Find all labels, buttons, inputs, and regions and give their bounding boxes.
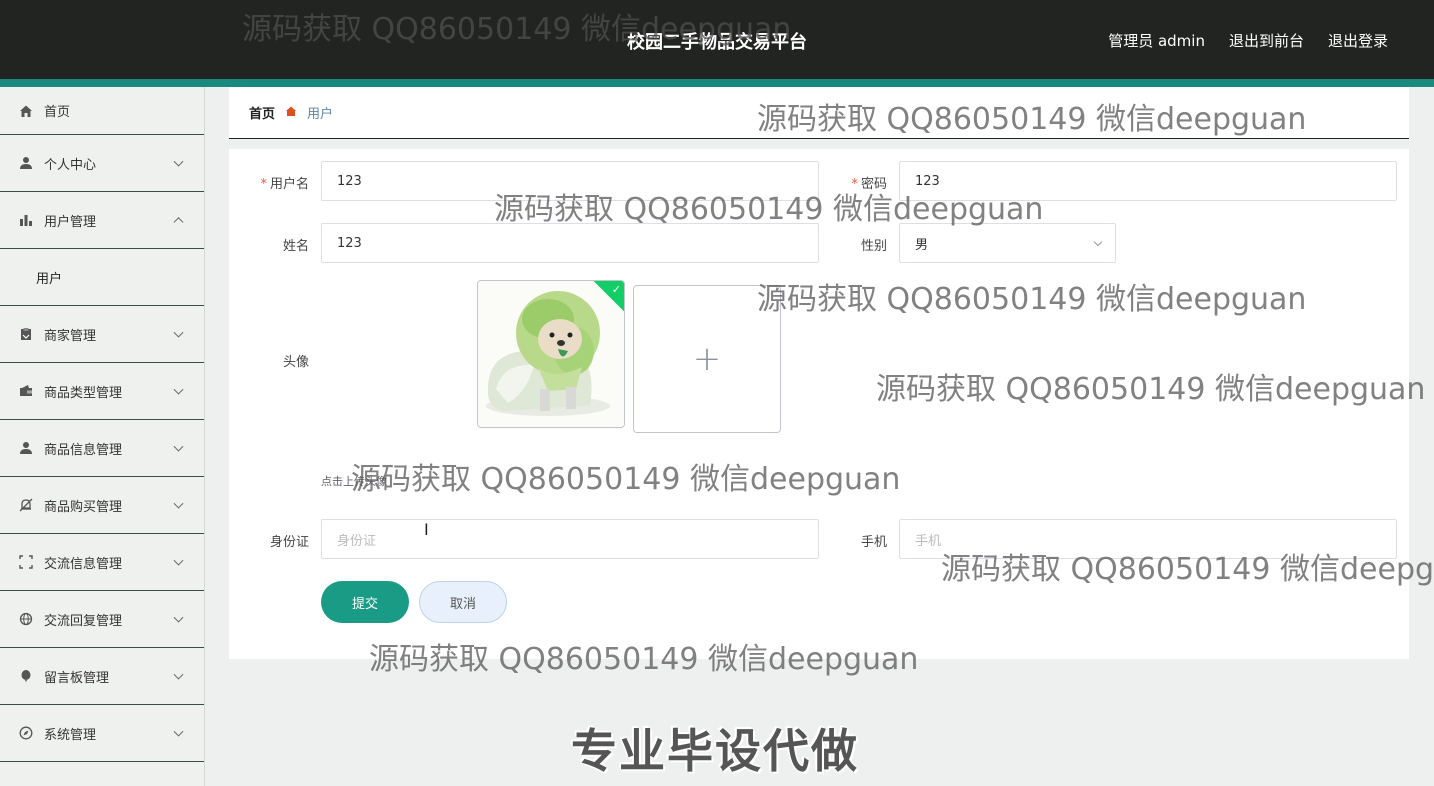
- chevron-down-icon: [173, 156, 184, 167]
- chevron-down-icon: [173, 441, 184, 452]
- watermark: 源码获取 QQ86050149 微信deepguan: [494, 192, 1044, 227]
- gender-select[interactable]: 男: [899, 223, 1116, 263]
- sidebar-item-message-board-management[interactable]: 留言板管理: [0, 648, 204, 705]
- avatar-image: [478, 281, 624, 427]
- sidebar-item-reply-management[interactable]: 交流回复管理: [0, 591, 204, 648]
- globe-icon: [18, 611, 34, 627]
- gender-label: 性别: [860, 239, 887, 254]
- home-icon: [18, 103, 34, 119]
- promo-banner: 专业毕设代做: [571, 724, 859, 778]
- username-label: * 用户名: [260, 177, 309, 192]
- chevron-up-icon: [173, 217, 184, 228]
- name-label: 姓名: [282, 239, 309, 254]
- exit-to-front-link[interactable]: 退出到前台: [1229, 30, 1304, 51]
- text-cursor-icon: I: [424, 520, 429, 539]
- sidebar-item-label: 商品类型管理: [44, 385, 123, 401]
- watermark: 源码获取 QQ86050149 微信deepguan: [351, 462, 901, 497]
- compass-icon: [18, 725, 34, 741]
- watermark: 源码获取 QQ86050149 微信deepguan: [757, 102, 1307, 137]
- plus-icon: +: [692, 339, 722, 379]
- chevron-down-icon: [1093, 237, 1103, 247]
- clipboard-icon: [18, 326, 34, 342]
- watermark: 源码获取 QQ86050149 微信deepguan: [369, 642, 919, 677]
- check-icon: ✓: [611, 283, 621, 296]
- chevron-down-icon: [173, 498, 184, 509]
- breadcrumb-home[interactable]: 首页: [249, 103, 275, 122]
- chevron-down-icon: [173, 612, 184, 623]
- sidebar-item-user-management[interactable]: 用户管理: [0, 192, 204, 249]
- bar-chart-icon: [18, 212, 34, 228]
- balloon-icon: [18, 668, 34, 684]
- sidebar-item-label: 系统管理: [44, 727, 97, 743]
- chevron-down-icon: [173, 669, 184, 680]
- sidebar-item-label: 首页: [44, 105, 71, 120]
- sidebar-item-label: 商品信息管理: [44, 442, 123, 458]
- house-icon: [285, 105, 297, 120]
- sidebar-item-exchange-info-management[interactable]: 交流信息管理: [0, 534, 204, 591]
- user-icon: [18, 155, 34, 171]
- name-field[interactable]: 123: [321, 223, 819, 263]
- watermark: 源码获取 QQ86050149 微信deepguan: [941, 552, 1434, 587]
- sidebar-item-system-management[interactable]: 系统管理: [0, 705, 204, 762]
- sidebar-item-merchant-management[interactable]: 商家管理: [0, 306, 204, 363]
- sidebar-item-label: 交流信息管理: [44, 556, 123, 572]
- avatar-label: 头像: [282, 355, 309, 370]
- phone-label: 手机: [860, 535, 887, 550]
- header-accent-strip: [0, 79, 1434, 87]
- wallet-icon: [18, 383, 34, 399]
- sidebar-item-goods-info-management[interactable]: 商品信息管理: [0, 420, 204, 477]
- cancel-button[interactable]: 取消: [419, 581, 507, 623]
- idcard-field[interactable]: 身份证: [321, 519, 819, 559]
- chevron-down-icon: [173, 726, 184, 737]
- sidebar-subitem-user[interactable]: 用户: [0, 249, 204, 306]
- sidebar-item-purchase-management[interactable]: 商品购买管理: [0, 477, 204, 534]
- sidebar-item-label: 留言板管理: [44, 670, 110, 686]
- sidebar-item-personal-center[interactable]: 个人中心: [0, 135, 204, 192]
- watermark: 源码获取 QQ86050149 微信deepguan: [876, 372, 1426, 407]
- logout-link[interactable]: 退出登录: [1328, 30, 1388, 51]
- watermark: 源码获取 QQ86050149 微信deepguan: [757, 282, 1307, 317]
- sidebar-item-label: 个人中心: [44, 157, 97, 173]
- chevron-down-icon: [173, 327, 184, 338]
- idcard-label: 身份证: [269, 535, 309, 550]
- sidebar: 首页 个人中心 用户管理 用户 商家管理 商品类型管理 商品信息管理 商品购买管…: [0, 87, 205, 786]
- header-links: 管理员 admin 退出到前台 退出登录: [1108, 30, 1388, 51]
- frame-icon: [18, 554, 34, 570]
- sidebar-item-label: 交流回复管理: [44, 613, 123, 629]
- sidebar-item-label: 商品购买管理: [44, 499, 123, 515]
- user-icon: [18, 440, 34, 456]
- admin-label[interactable]: 管理员 admin: [1108, 30, 1205, 51]
- avatar-preview[interactable]: ✓: [477, 280, 625, 428]
- chevron-down-icon: [173, 555, 184, 566]
- sidebar-item-goods-type-management[interactable]: 商品类型管理: [0, 363, 204, 420]
- sidebar-item-home[interactable]: 首页: [0, 87, 204, 135]
- sidebar-item-label: 用户管理: [44, 214, 97, 230]
- breadcrumb-current: 用户: [307, 107, 334, 122]
- bell-off-icon: [18, 497, 34, 513]
- chevron-down-icon: [173, 384, 184, 395]
- watermark: 源码获取 QQ86050149 微信deepguan: [242, 12, 792, 47]
- submit-button[interactable]: 提交: [321, 581, 409, 623]
- sidebar-item-label: 商家管理: [44, 328, 97, 344]
